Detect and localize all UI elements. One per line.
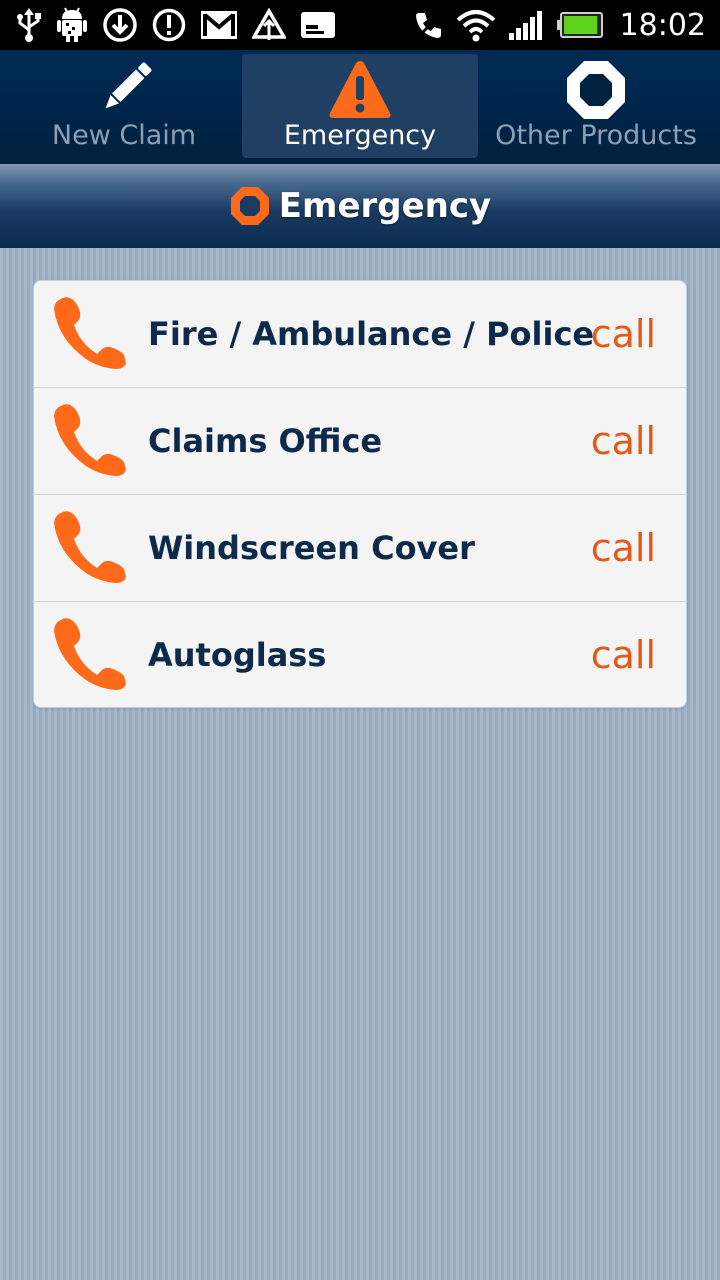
contact-name: Windscreen Cover bbox=[148, 529, 475, 567]
gmail-icon bbox=[201, 11, 237, 39]
tab-bar: New Claim Emergency Other Products bbox=[0, 50, 720, 165]
call-button[interactable]: call bbox=[591, 388, 656, 494]
wifi-icon bbox=[456, 10, 495, 42]
pencil-icon bbox=[105, 62, 152, 109]
tab-label: New Claim bbox=[51, 120, 197, 151]
clock: 18:02 bbox=[619, 7, 706, 43]
call-button[interactable]: call bbox=[591, 495, 656, 601]
phone-icon bbox=[54, 297, 126, 369]
sd-card-icon bbox=[301, 12, 335, 38]
signal-icon bbox=[508, 11, 542, 40]
call-button[interactable]: call bbox=[591, 602, 656, 707]
phone-icon bbox=[54, 618, 126, 690]
page-header: Emergency bbox=[0, 164, 720, 248]
download-icon bbox=[103, 8, 137, 42]
alert-icon bbox=[152, 8, 186, 42]
list-item[interactable]: Windscreen Cover call bbox=[34, 495, 686, 602]
octagon-ring-icon bbox=[230, 187, 269, 225]
system-icons: 18:02 bbox=[414, 0, 706, 50]
emergency-contact-list: Fire / Ambulance / Police call Claims Of… bbox=[33, 280, 687, 708]
list-item[interactable]: Autoglass call bbox=[34, 602, 686, 707]
page-title: Emergency bbox=[278, 186, 492, 226]
call-button[interactable]: call bbox=[591, 281, 656, 387]
tab-label: Other Products bbox=[495, 120, 697, 151]
octagon-ring-icon bbox=[567, 61, 625, 119]
contact-name: Autoglass bbox=[148, 636, 327, 674]
tab-emergency[interactable]: Emergency bbox=[242, 54, 478, 158]
usb-icon bbox=[17, 8, 41, 42]
tab-other-products[interactable]: Other Products bbox=[478, 54, 714, 158]
phone-icon bbox=[54, 404, 126, 476]
contact-name: Fire / Ambulance / Police bbox=[148, 315, 595, 353]
phone-muted-icon bbox=[415, 11, 443, 39]
warning-icon bbox=[329, 61, 391, 118]
status-bar: 18:02 bbox=[0, 0, 720, 50]
phone-icon bbox=[54, 511, 126, 583]
android-debug-icon bbox=[57, 7, 87, 42]
list-item[interactable]: Fire / Ambulance / Police call bbox=[34, 281, 686, 388]
battery-icon bbox=[556, 12, 603, 38]
tab-new-claim[interactable]: New Claim bbox=[6, 54, 242, 158]
notification-icons bbox=[16, 0, 336, 50]
tab-label: Emergency bbox=[283, 120, 437, 151]
list-item[interactable]: Claims Office call bbox=[34, 388, 686, 495]
contact-name: Claims Office bbox=[148, 422, 383, 460]
upload-icon bbox=[252, 8, 286, 40]
